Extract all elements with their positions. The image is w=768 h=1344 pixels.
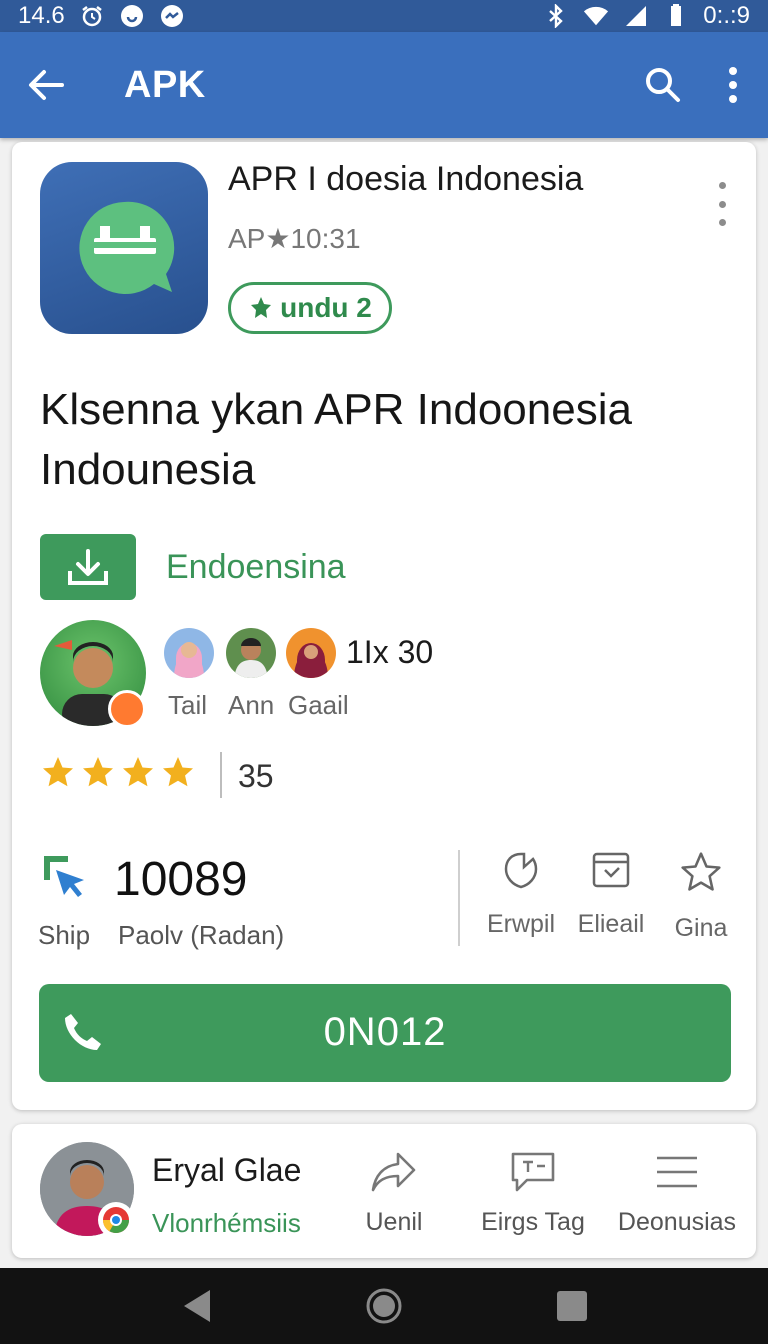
menu-button[interactable]: Deonusias xyxy=(616,1150,738,1237)
arrow-back-icon xyxy=(29,70,64,100)
download-button[interactable] xyxy=(40,534,136,600)
nav-back-icon[interactable] xyxy=(178,1286,214,1326)
app-bar: APK xyxy=(0,32,768,138)
status-bar: 14.6 0:.:9 xyxy=(0,0,768,32)
download-chip-label: undu 2 xyxy=(280,292,372,323)
action-label: Elieail xyxy=(577,910,645,938)
action-label: Gina xyxy=(674,914,728,942)
search-button[interactable] xyxy=(628,32,698,138)
nav-recents-icon[interactable] xyxy=(554,1288,590,1324)
chrome-icon xyxy=(98,1202,134,1238)
rating-divider xyxy=(220,752,222,798)
tag-button[interactable]: Eirgs Tag xyxy=(478,1150,588,1237)
download-icon xyxy=(68,549,108,585)
action-gina[interactable]: Gina xyxy=(656,850,746,943)
search-icon xyxy=(646,68,680,102)
call-button-label: 0N012 xyxy=(323,1010,447,1054)
share-button[interactable]: Uenil xyxy=(362,1150,426,1237)
app-bar-title: APK xyxy=(124,63,206,106)
person-label-3: Gaail xyxy=(288,690,349,720)
back-button[interactable] xyxy=(0,32,92,138)
rating-count: 35 xyxy=(238,758,274,794)
avatar-person-1[interactable] xyxy=(164,628,214,678)
more-vert-icon xyxy=(729,67,737,103)
profile-name: Eryal Glae xyxy=(152,1152,302,1188)
star-icon xyxy=(83,757,113,787)
comment-icon xyxy=(511,1152,555,1192)
stat-label: Paolv (Radan) xyxy=(118,920,285,950)
profile-card: Eryal Glae Vlonrhémsiis Uenil Eirgs Tag … xyxy=(12,1124,756,1258)
action-label: Erwpil xyxy=(486,910,556,938)
avatar-person-2[interactable] xyxy=(226,628,276,678)
app-icon xyxy=(40,162,208,334)
system-nav-bar xyxy=(0,1268,768,1344)
download-label[interactable]: Endoensina xyxy=(166,548,346,587)
wifi-icon xyxy=(583,3,609,29)
person-label-2: Ann xyxy=(228,690,275,720)
action-elieail[interactable]: Elieail xyxy=(566,850,656,939)
inbox-icon xyxy=(592,852,630,888)
app-subtitle: AP★10:31 xyxy=(228,223,361,254)
headline: Klsenna ykan APR Indoonesia Indounesia xyxy=(40,385,632,494)
star-icon xyxy=(123,757,153,787)
check-cursor-icon xyxy=(40,852,88,900)
nav-home-icon[interactable] xyxy=(364,1286,404,1326)
bluetooth-icon xyxy=(543,3,569,29)
share-label: Uenil xyxy=(365,1208,423,1236)
star-rating xyxy=(40,754,196,790)
app-detail-card: APR I doesia Indonesia AP★10:31 undu 2 K… xyxy=(12,142,756,1110)
chat-bubble-icon xyxy=(79,201,175,294)
status-clock: 0:.:9 xyxy=(703,2,750,29)
action-erwpil[interactable]: Erwpil xyxy=(476,850,566,939)
ship-label: Ship xyxy=(38,920,91,950)
message-icon xyxy=(159,3,185,29)
share-icon xyxy=(371,1152,416,1192)
tag-label: Eirgs Tag xyxy=(481,1208,585,1236)
follower-count: 1Ix 30 xyxy=(346,634,434,670)
call-button[interactable]: 0N012 xyxy=(39,984,731,1082)
signal-icon xyxy=(623,3,649,29)
status-time: 14.6 xyxy=(18,2,65,29)
badge-icon xyxy=(251,297,272,318)
list-icon xyxy=(657,1156,697,1188)
download-chip[interactable]: undu 2 xyxy=(228,282,392,334)
stat-number: 10089 xyxy=(114,853,248,906)
star-icon xyxy=(163,757,193,787)
notification-icon xyxy=(119,3,145,29)
avatar-badge-icon xyxy=(108,690,146,728)
avatar-person-3[interactable] xyxy=(286,628,336,678)
alarm-icon xyxy=(79,3,105,29)
card-overflow-button[interactable] xyxy=(710,182,734,226)
shield-icon xyxy=(504,852,538,889)
menu-label: Deonusias xyxy=(617,1208,737,1236)
person-label-1: Tail xyxy=(168,690,208,720)
profile-subtitle: Vlonrhémsiis xyxy=(152,1208,301,1238)
stats-divider xyxy=(458,850,460,946)
battery-icon xyxy=(663,3,689,29)
overflow-menu-button[interactable] xyxy=(698,32,768,138)
star-outline-icon xyxy=(681,852,721,891)
app-name: APR I doesia Indonesia xyxy=(228,160,584,198)
star-icon xyxy=(43,757,73,787)
